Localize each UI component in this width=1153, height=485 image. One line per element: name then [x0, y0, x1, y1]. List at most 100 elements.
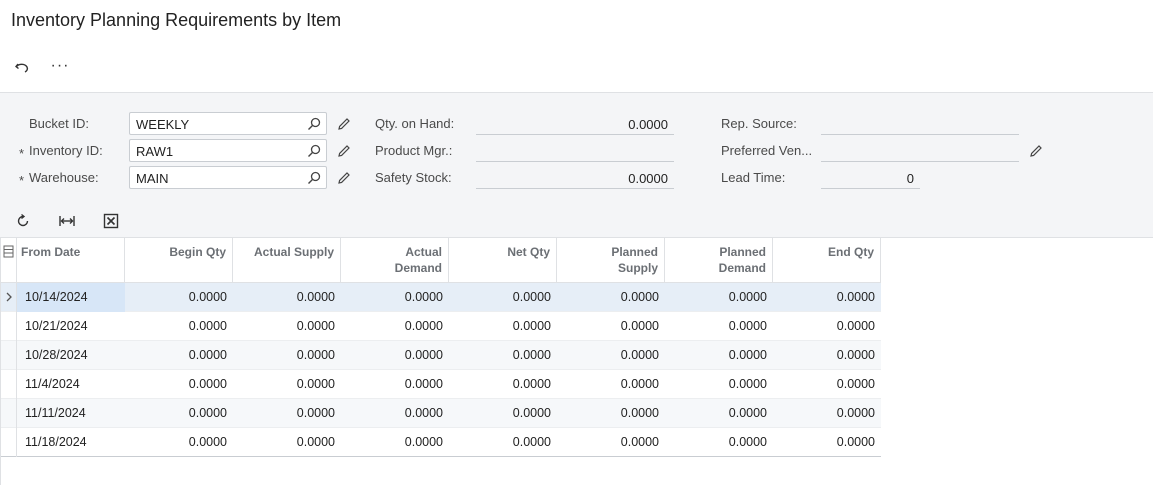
table-row[interactable]: 11/18/2024 0.0000 0.0000 0.0000 0.0000 0… — [0, 428, 881, 457]
table-row[interactable]: 10/21/2024 0.0000 0.0000 0.0000 0.0000 0… — [0, 312, 881, 341]
qty-on-hand-label: Qty. on Hand: — [375, 116, 455, 131]
search-icon[interactable] — [306, 116, 322, 132]
end-qty-cell[interactable]: 0.0000 — [773, 370, 881, 399]
begin-qty-cell[interactable]: 0.0000 — [125, 283, 233, 312]
row-indicator[interactable] — [0, 428, 17, 457]
begin-qty-cell[interactable]: 0.0000 — [125, 399, 233, 428]
from-date-cell[interactable]: 11/18/2024 — [17, 428, 125, 457]
end-qty-cell[interactable]: 0.0000 — [773, 341, 881, 370]
planned-demand-cell[interactable]: 0.0000 — [665, 312, 773, 341]
column-header-actual-supply[interactable]: Actual Supply — [233, 238, 341, 283]
begin-qty-cell[interactable]: 0.0000 — [125, 428, 233, 457]
grid-border — [0, 238, 1, 485]
planned-supply-cell[interactable]: 0.0000 — [557, 283, 665, 312]
inventory-id-value: RAW1 — [136, 144, 174, 159]
planned-supply-cell[interactable]: 0.0000 — [557, 370, 665, 399]
column-header-planned-supply[interactable]: Planned Supply — [557, 238, 665, 283]
net-qty-cell[interactable]: 0.0000 — [449, 341, 557, 370]
table-row[interactable]: 10/28/2024 0.0000 0.0000 0.0000 0.0000 0… — [0, 341, 881, 370]
actual-supply-cell[interactable]: 0.0000 — [233, 399, 341, 428]
net-qty-cell[interactable]: 0.0000 — [449, 399, 557, 428]
column-header-label: Actual — [405, 245, 442, 259]
planned-demand-cell[interactable]: 0.0000 — [665, 428, 773, 457]
from-date-cell[interactable]: 11/4/2024 — [17, 370, 125, 399]
warehouse-selector[interactable]: MAIN — [129, 166, 327, 189]
table-row[interactable]: 11/4/2024 0.0000 0.0000 0.0000 0.0000 0.… — [0, 370, 881, 399]
column-header-end-qty[interactable]: End Qty — [773, 238, 881, 283]
column-header-planned-demand[interactable]: Planned Demand — [665, 238, 773, 283]
actual-demand-cell[interactable]: 0.0000 — [341, 370, 449, 399]
begin-qty-cell[interactable]: 0.0000 — [125, 312, 233, 341]
top-toolbar: ··· — [10, 54, 72, 78]
planned-supply-cell[interactable]: 0.0000 — [557, 399, 665, 428]
inventory-id-selector[interactable]: RAW1 — [129, 139, 327, 162]
chevron-right-icon — [6, 292, 12, 302]
required-mark: * — [19, 173, 25, 188]
edit-pencil-icon[interactable] — [336, 116, 352, 132]
net-qty-cell[interactable]: 0.0000 — [449, 283, 557, 312]
actual-demand-cell[interactable]: 0.0000 — [341, 283, 449, 312]
net-qty-cell[interactable]: 0.0000 — [449, 312, 557, 341]
edit-pencil-icon[interactable] — [336, 143, 352, 159]
planned-demand-cell[interactable]: 0.0000 — [665, 341, 773, 370]
lead-time-label: Lead Time: — [721, 170, 786, 185]
column-settings-icon[interactable] — [0, 238, 17, 283]
column-header-actual-demand[interactable]: Actual Demand — [341, 238, 449, 283]
row-indicator[interactable] — [0, 283, 17, 312]
from-date-cell[interactable]: 10/14/2024 — [17, 283, 125, 312]
bucket-id-selector[interactable]: WEEKLY — [129, 112, 327, 135]
row-indicator[interactable] — [0, 312, 17, 341]
table-row[interactable]: 10/14/2024 0.0000 0.0000 0.0000 0.0000 0… — [0, 283, 881, 312]
edit-pencil-icon[interactable] — [1028, 143, 1044, 159]
form-panel: Bucket ID: WEEKLY * Inventory ID: RAW1 *… — [0, 92, 1153, 238]
column-header-label: End Qty — [827, 245, 874, 259]
fit-columns-icon[interactable] — [56, 210, 78, 232]
actual-supply-cell[interactable]: 0.0000 — [233, 370, 341, 399]
net-qty-cell[interactable]: 0.0000 — [449, 370, 557, 399]
planned-supply-cell[interactable]: 0.0000 — [557, 312, 665, 341]
column-header-label: Begin Qty — [169, 245, 226, 259]
actual-supply-cell[interactable]: 0.0000 — [233, 283, 341, 312]
column-header-begin-qty[interactable]: Begin Qty — [125, 238, 233, 283]
begin-qty-cell[interactable]: 0.0000 — [125, 370, 233, 399]
from-date-cell[interactable]: 10/21/2024 — [17, 312, 125, 341]
from-date-cell[interactable]: 11/11/2024 — [17, 399, 125, 428]
column-header-from-date[interactable]: From Date — [17, 238, 125, 283]
table-row[interactable]: 11/11/2024 0.0000 0.0000 0.0000 0.0000 0… — [0, 399, 881, 428]
page-title: Inventory Planning Requirements by Item — [11, 10, 342, 30]
actual-supply-cell[interactable]: 0.0000 — [233, 341, 341, 370]
export-excel-icon[interactable] — [100, 210, 122, 232]
column-header-net-qty[interactable]: Net Qty — [449, 238, 557, 283]
search-icon[interactable] — [306, 143, 322, 159]
row-indicator[interactable] — [0, 370, 17, 399]
end-qty-cell[interactable]: 0.0000 — [773, 399, 881, 428]
bucket-id-label: Bucket ID: — [29, 116, 89, 131]
begin-qty-cell[interactable]: 0.0000 — [125, 341, 233, 370]
actual-demand-cell[interactable]: 0.0000 — [341, 312, 449, 341]
row-indicator[interactable] — [0, 399, 17, 428]
lead-time-value: 0 — [906, 171, 914, 186]
row-indicator[interactable] — [0, 341, 17, 370]
planned-demand-cell[interactable]: 0.0000 — [665, 399, 773, 428]
column-header-label: Actual Supply — [253, 245, 334, 259]
undo-icon[interactable] — [10, 54, 34, 78]
refresh-icon[interactable] — [12, 210, 34, 232]
end-qty-cell[interactable]: 0.0000 — [773, 312, 881, 341]
actual-demand-cell[interactable]: 0.0000 — [341, 341, 449, 370]
planned-demand-cell[interactable]: 0.0000 — [665, 283, 773, 312]
actual-supply-cell[interactable]: 0.0000 — [233, 312, 341, 341]
planned-supply-cell[interactable]: 0.0000 — [557, 341, 665, 370]
actual-demand-cell[interactable]: 0.0000 — [341, 399, 449, 428]
actual-supply-cell[interactable]: 0.0000 — [233, 428, 341, 457]
end-qty-cell[interactable]: 0.0000 — [773, 428, 881, 457]
end-qty-cell[interactable]: 0.0000 — [773, 283, 881, 312]
planned-supply-cell[interactable]: 0.0000 — [557, 428, 665, 457]
planned-demand-cell[interactable]: 0.0000 — [665, 370, 773, 399]
search-icon[interactable] — [306, 170, 322, 186]
from-date-cell[interactable]: 10/28/2024 — [17, 341, 125, 370]
actual-demand-cell[interactable]: 0.0000 — [341, 428, 449, 457]
rep-source-field — [821, 112, 1019, 135]
net-qty-cell[interactable]: 0.0000 — [449, 428, 557, 457]
edit-pencil-icon[interactable] — [336, 170, 352, 186]
more-options-button[interactable]: ··· — [48, 54, 72, 78]
